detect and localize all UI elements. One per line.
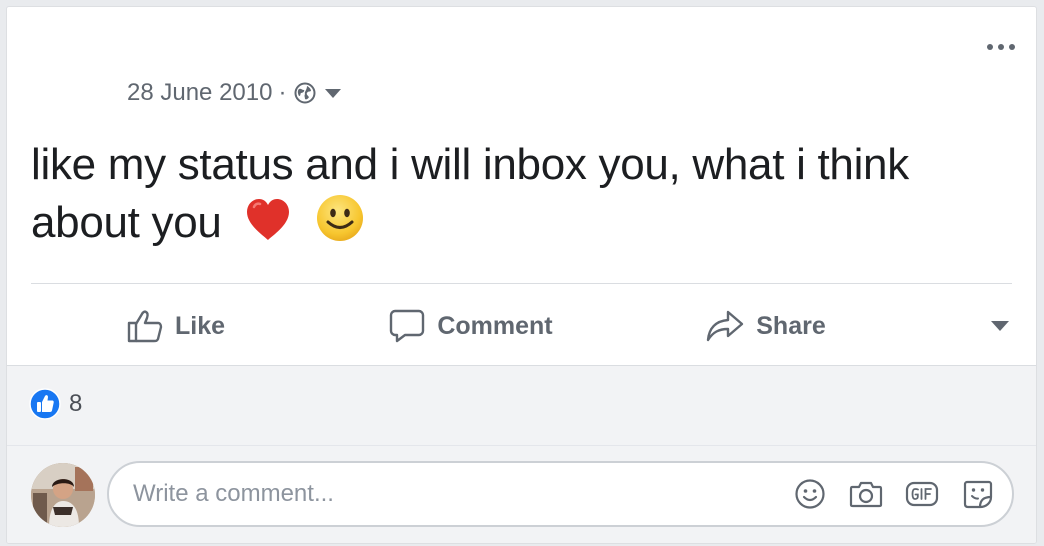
post-actions: Like Comment Share — [31, 295, 1012, 357]
heart-emoji — [244, 197, 292, 257]
reaction-count: 8 — [69, 390, 83, 417]
comment-tools — [772, 476, 996, 512]
emoji-icon[interactable] — [792, 476, 828, 512]
meta-separator: · — [278, 79, 287, 106]
post-options-button[interactable] — [984, 37, 1018, 57]
thumbs-up-icon — [127, 310, 163, 343]
comment-box — [107, 461, 1014, 527]
globe-icon[interactable] — [294, 82, 316, 104]
post-text-body: like my status and i will inbox you, wha… — [31, 140, 909, 247]
comment-input[interactable] — [131, 479, 772, 509]
smile-emoji — [315, 193, 365, 257]
audience-dropdown-icon[interactable] — [324, 87, 342, 99]
like-label: Like — [174, 311, 226, 340]
post-meta: 28 June 2010 · — [127, 77, 342, 109]
post-card: 28 June 2010 · like my status and i will… — [6, 6, 1037, 544]
chevron-down-icon — [991, 321, 1009, 331]
comment-composer — [7, 445, 1036, 543]
like-button[interactable]: Like — [31, 301, 321, 351]
sticker-icon[interactable] — [960, 476, 996, 512]
post-date[interactable]: 28 June 2010 — [127, 79, 272, 107]
share-arrow-icon — [707, 310, 744, 342]
comment-label: Comment — [437, 311, 553, 340]
share-label: Share — [756, 311, 826, 340]
post-as-dropdown[interactable] — [990, 320, 1010, 332]
comment-bubble-icon — [390, 309, 425, 343]
comment-button[interactable]: Comment — [321, 301, 621, 351]
camera-icon[interactable] — [848, 476, 884, 512]
like-reaction-icon — [29, 388, 61, 420]
share-button[interactable]: Share — [621, 301, 911, 351]
reactions-bar: 8 — [7, 365, 1036, 446]
post-text: like my status and i will inbox you, wha… — [31, 137, 931, 257]
reactions-summary[interactable]: 8 — [29, 388, 82, 420]
post-divider — [31, 283, 1012, 284]
gif-icon[interactable] — [904, 476, 940, 512]
avatar[interactable] — [31, 463, 95, 527]
more-options-icon — [987, 44, 1015, 50]
